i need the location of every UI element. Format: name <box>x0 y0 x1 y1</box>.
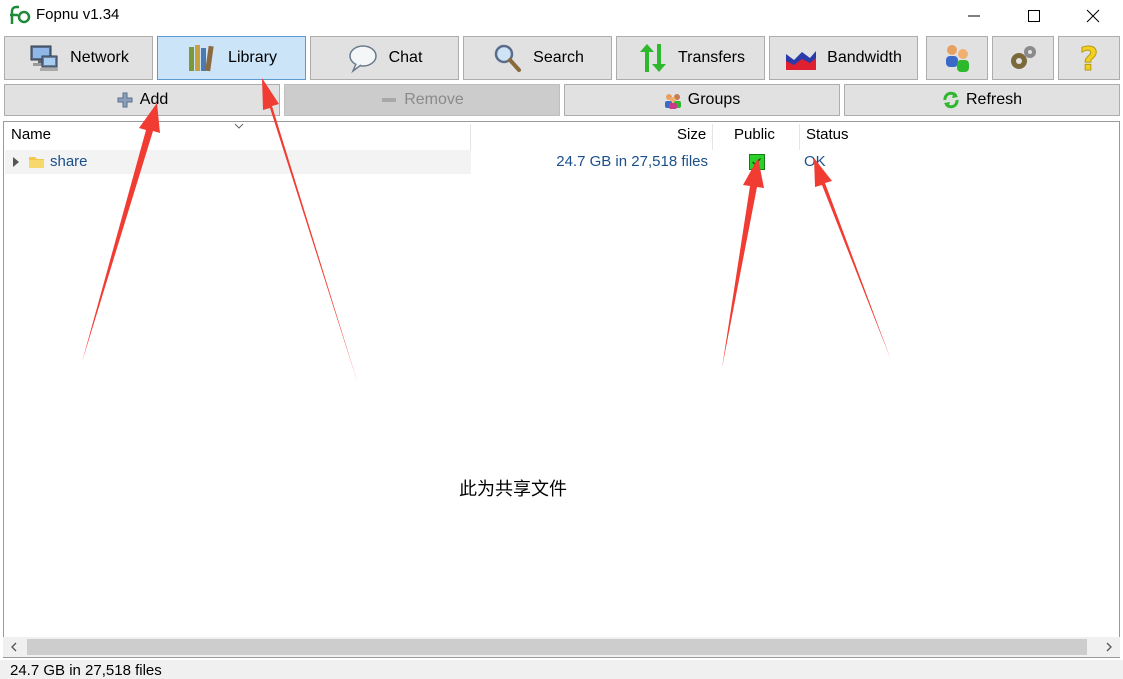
row-name: share <box>50 153 88 170</box>
minimize-icon <box>968 15 980 16</box>
minus-icon <box>382 98 397 102</box>
users-button[interactable] <box>926 36 988 80</box>
library-list[interactable]: Name Size Public Status share 24.7 GB in… <box>3 121 1120 658</box>
tab-chat-label: Chat <box>388 49 423 66</box>
tab-network[interactable]: Network <box>4 36 153 80</box>
tab-library-label: Library <box>228 49 277 66</box>
settings-gears-icon <box>1011 46 1036 69</box>
tab-network-label: Network <box>70 49 129 66</box>
network-computer-icon <box>30 45 59 71</box>
users-icon <box>946 45 969 72</box>
groups-icon <box>664 94 681 109</box>
help-question-icon: ? <box>1079 42 1099 74</box>
remove-button[interactable]: Remove <box>284 84 560 116</box>
scroll-right-button[interactable] <box>1098 637 1120 657</box>
minimize-button[interactable] <box>945 0 1003 31</box>
sort-down-icon <box>234 123 244 129</box>
tab-transfers[interactable]: Transfers <box>616 36 765 80</box>
fopnu-logo-icon <box>10 5 31 24</box>
title-bar: Fopnu v1.34 <box>0 0 1123 31</box>
column-divider[interactable] <box>712 124 713 150</box>
scroll-thumb[interactable] <box>27 639 1087 655</box>
column-size-header[interactable]: Size <box>677 126 706 143</box>
plus-icon <box>117 92 133 108</box>
folder-icon <box>29 157 44 168</box>
chevron-right-icon <box>1106 642 1112 652</box>
bandwidth-graph-icon <box>786 51 817 70</box>
annotation-note: 此为共享文件 <box>459 479 567 500</box>
action-bar: Add Remove Groups Refresh <box>0 84 1123 118</box>
expand-arrow-icon[interactable] <box>13 157 19 167</box>
tab-bandwidth[interactable]: Bandwidth <box>769 36 918 80</box>
tab-search[interactable]: Search <box>463 36 612 80</box>
refresh-button-label: Refresh <box>965 91 1023 108</box>
add-button[interactable]: Add <box>4 84 280 116</box>
groups-button-label: Groups <box>687 91 741 108</box>
tab-library[interactable]: Library <box>157 36 306 80</box>
add-button-label: Add <box>139 91 169 108</box>
column-name-header[interactable]: Name <box>11 126 51 143</box>
tab-search-label: Search <box>533 49 584 66</box>
column-divider[interactable] <box>470 124 471 150</box>
help-button[interactable]: ? <box>1058 36 1120 80</box>
groups-button[interactable]: Groups <box>564 84 840 116</box>
remove-button-label: Remove <box>404 91 464 108</box>
public-checkbox[interactable] <box>749 154 765 170</box>
horizontal-scrollbar[interactable] <box>3 637 1120 657</box>
close-button[interactable] <box>1064 0 1122 31</box>
table-row[interactable]: share 24.7 GB in 27,518 files OK <box>5 150 1118 174</box>
library-books-icon <box>189 45 214 72</box>
status-bar: 24.7 GB in 27,518 files <box>0 660 1123 679</box>
maximize-icon <box>1028 9 1040 22</box>
row-size: 24.7 GB in 27,518 files <box>556 153 708 170</box>
chat-bubble-icon <box>348 45 377 74</box>
status-text: 24.7 GB in 27,518 files <box>10 662 162 679</box>
refresh-button[interactable]: Refresh <box>844 84 1120 116</box>
close-icon <box>1086 9 1100 22</box>
svg-text:?: ? <box>1080 42 1099 74</box>
chevron-left-icon <box>11 642 17 652</box>
scroll-left-button[interactable] <box>3 637 25 657</box>
column-status-header[interactable]: Status <box>806 126 849 143</box>
window-title: Fopnu v1.34 <box>36 6 120 23</box>
transfer-arrows-icon <box>640 44 666 72</box>
maximize-button[interactable] <box>1005 0 1063 31</box>
checkmark-icon <box>752 158 761 166</box>
column-divider[interactable] <box>799 124 800 150</box>
magnifier-icon <box>494 44 522 72</box>
settings-button[interactable] <box>992 36 1054 80</box>
tab-chat[interactable]: Chat <box>310 36 459 80</box>
main-toolbar: Network Library Chat Search Transfers Ba… <box>0 34 1123 82</box>
tab-transfers-label: Transfers <box>678 49 745 66</box>
column-public-header[interactable]: Public <box>734 126 775 143</box>
tab-bandwidth-label: Bandwidth <box>827 49 902 66</box>
row-status: OK <box>804 153 826 170</box>
refresh-icon <box>943 91 959 109</box>
